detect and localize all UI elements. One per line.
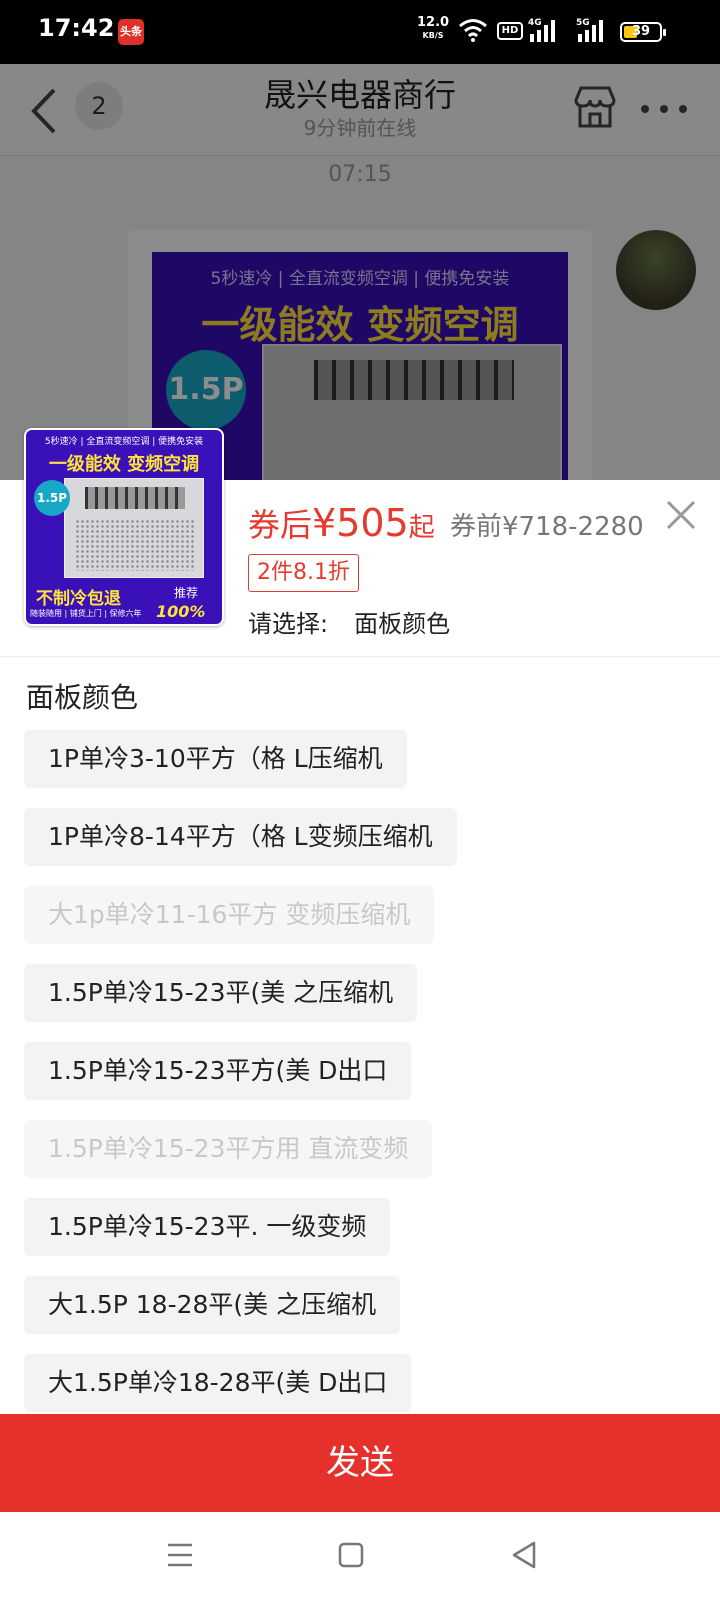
back-triangle-icon[interactable] [510,1540,538,1570]
price-value: ¥505 [312,501,409,545]
thumb-capacity-badge: 1.5P [34,480,70,516]
thumb-tagline: 5秒速冷 | 全直流变频空调 | 便携免安装 [44,437,204,447]
product-thumbnail[interactable]: 5秒速冷 | 全直流变频空调 | 便携免安装 一级能效 变频空调 1.5P 不制… [24,428,224,626]
option-group-title: 面板颜色 [26,681,139,714]
price-prefix: 券后 [248,506,313,544]
toutiao-app-icon: 头条 [118,19,144,45]
thumb-bottom-text: 随装随用 | 铺货上门 | 保修六年 [30,609,142,618]
wifi-icon [459,19,487,42]
option-chip[interactable]: 大1.5P 18-28平(美 之压缩机 [24,1276,401,1334]
option-chip[interactable]: 1.5P单冷15-23平(美 之压缩机 [24,964,418,1022]
hd-voice-icon: HD [497,22,523,40]
option-chip[interactable]: 大1.5P单冷18-28平(美 D出口 [24,1354,412,1412]
thumb-ac-grill [85,487,185,509]
close-icon[interactable] [666,500,696,530]
home-icon[interactable] [338,1542,364,1568]
option-chip[interactable]: 1.5P单冷15-23平. 一级变频 [24,1198,391,1256]
signal-5g-label: 5G [576,18,590,28]
status-time: 17:42 [38,14,115,42]
discount-tag: 2件8.1折 [248,554,359,592]
price-after-coupon: 券后¥505起 [248,500,435,546]
option-chip[interactable]: 1.5P单冷15-23平方(美 D出口 [24,1042,412,1100]
selection-value: 面板颜色 [354,610,451,638]
option-chip[interactable]: 1P单冷8-14平方（格 L变频压缩机 [24,808,457,866]
battery-percent: 39 [631,24,651,39]
status-bar: 17:42 头条 12.0 KB/S HD 4G 5G 39 [0,0,720,64]
thumb-headline: 一级能效 变频空调 [48,454,200,475]
network-speed: 12.0 KB/S [417,16,449,42]
send-button[interactable]: 发送 [0,1414,720,1512]
signal-4g-icon: 4G [528,18,560,48]
signal-4g-label: 4G [528,18,542,28]
system-nav-bar [0,1512,720,1600]
modal-overlay[interactable] [0,64,720,480]
thumb-recommend-label: 推荐 [173,586,198,600]
option-chip-disabled: 大1p单冷11-16平方 变频压缩机 [24,886,435,944]
selection-summary: 请选择: 面板颜色 [248,604,450,639]
option-chip[interactable]: 1P单冷3-10平方（格 L压缩机 [24,730,407,788]
recent-apps-icon[interactable] [166,1542,194,1568]
selection-label: 请选择: [248,610,329,638]
network-speed-value: 12.0 [417,15,450,30]
network-speed-unit: KB/S [422,31,444,40]
thumb-promo-text: 不制冷包退 [36,589,121,609]
signal-5g-icon: 5G [576,18,608,48]
option-chip-disabled: 1.5P单冷15-23平方用 直流变频 [24,1120,433,1178]
battery-icon: 39 [620,22,666,42]
price-before-coupon: 券前¥718-2280 [450,512,644,542]
price-suffix: 起 [408,513,435,543]
chat-background: 2 晟兴电器商行 9分钟前在线 07:15 5秒速冷 | 全直流变频空调 | 便… [0,64,720,480]
thumb-ac-image [64,478,204,578]
thumb-percent: 100% [156,602,206,621]
divider [0,656,720,657]
thumb-ac-vent [75,519,195,571]
